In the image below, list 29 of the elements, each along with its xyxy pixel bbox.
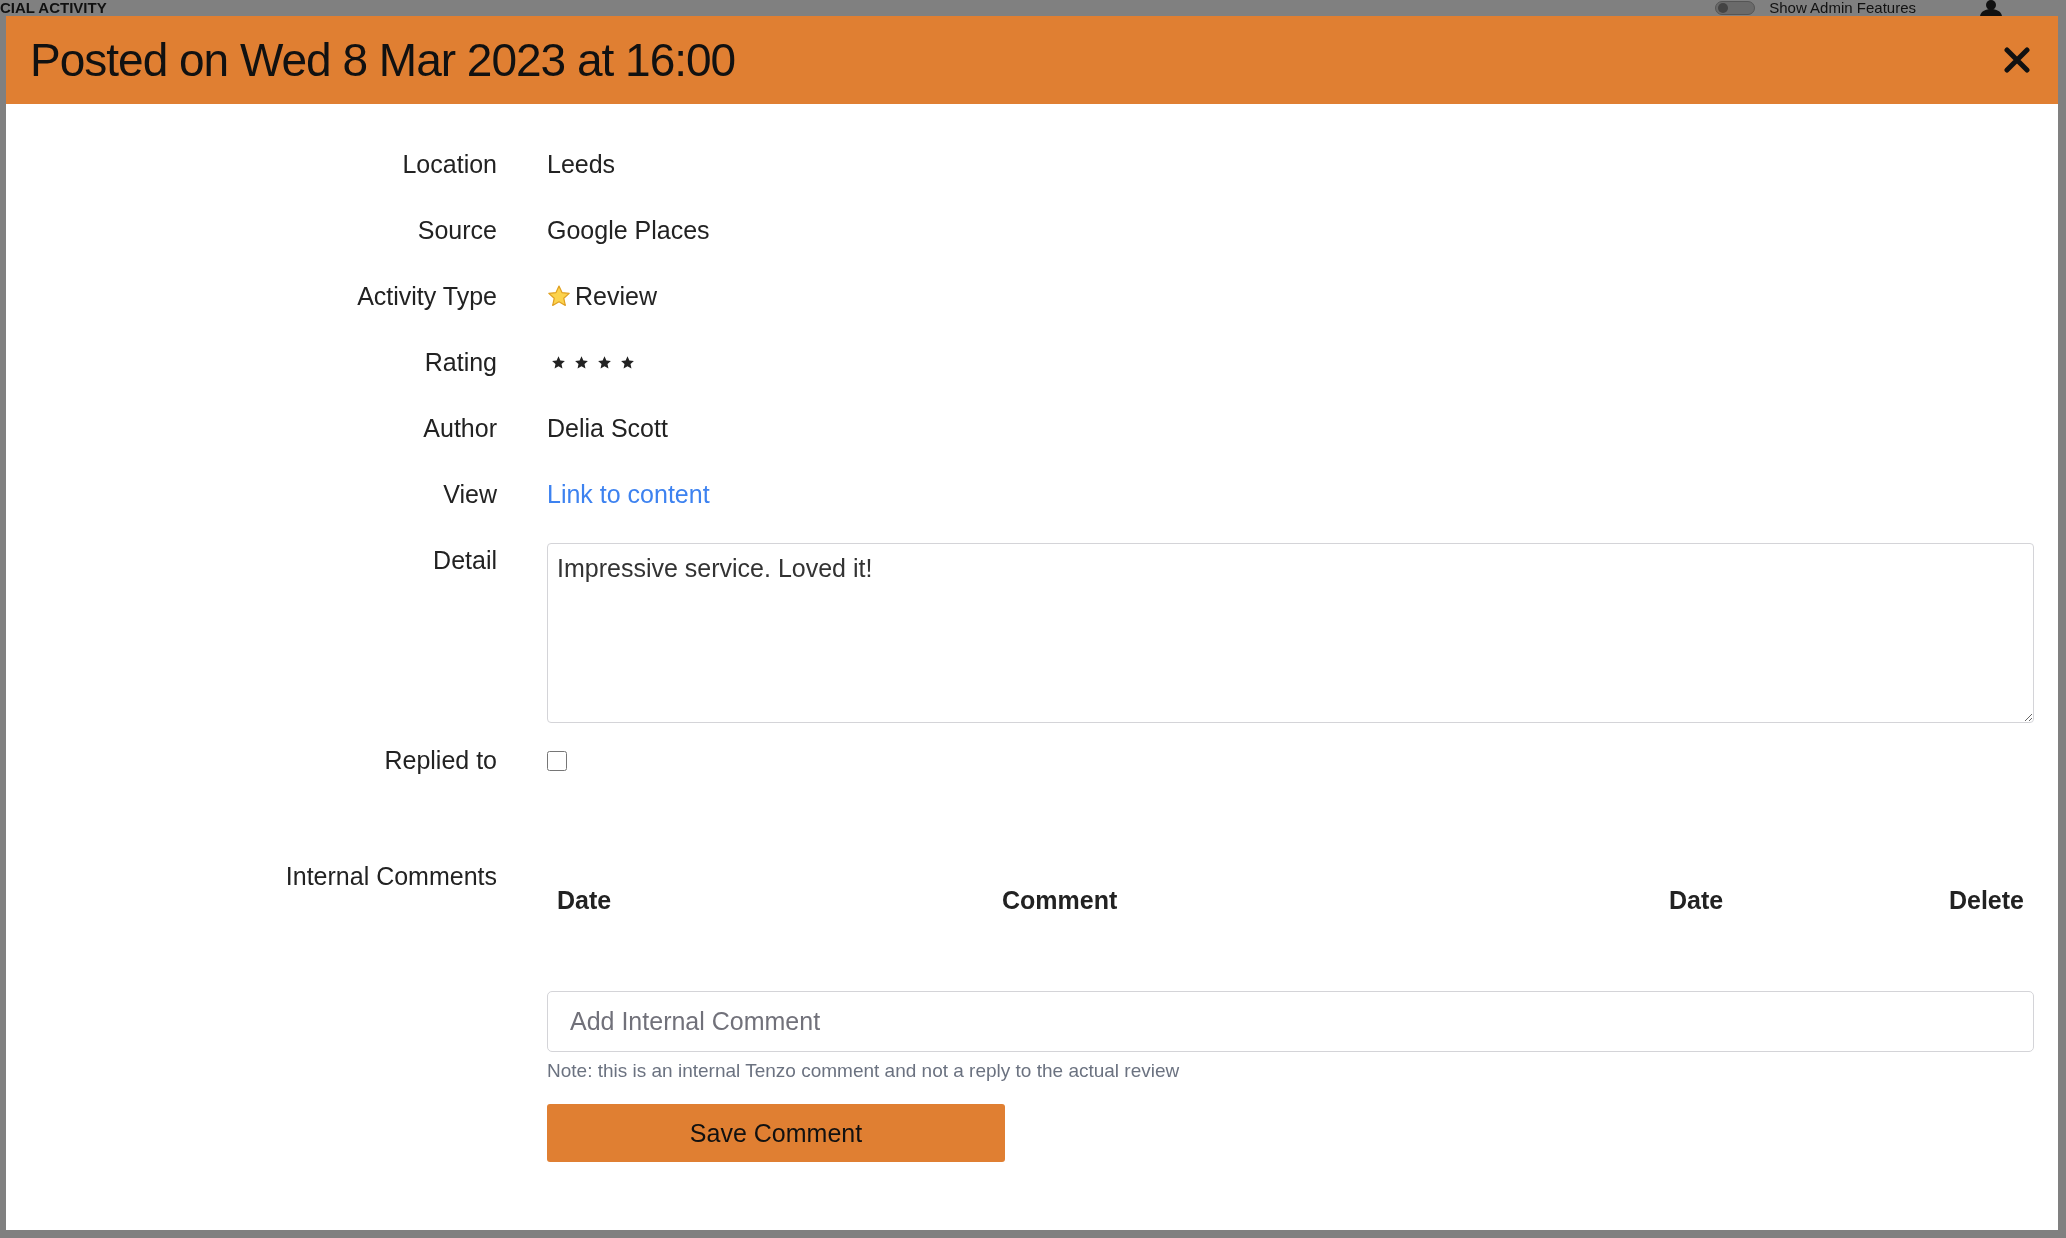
detail-textarea[interactable]: Impressive service. Loved it! [547, 543, 2034, 723]
field-label: Activity Type [357, 281, 497, 312]
admin-toggle[interactable] [1715, 1, 1756, 15]
field-label: Source [417, 215, 497, 246]
toggle-label: Show Admin Features [1769, 0, 1916, 16]
field-label: Location [402, 149, 497, 180]
modal-title: Posted on Wed 8 Mar 2023 at 16:00 [30, 33, 736, 87]
field-value: Leeds [547, 149, 616, 180]
field-label: Replied to [384, 745, 497, 776]
replied-checkbox[interactable] [547, 751, 567, 771]
column-header: Date [1668, 886, 1724, 915]
field-value: Review [575, 281, 657, 312]
page-heading: CIAL ACTIVITY [0, 0, 107, 16]
content-link[interactable]: Link to content [547, 477, 710, 511]
save-comment-button[interactable]: Save Comment [547, 1104, 1005, 1162]
field-label: Internal Comments [285, 861, 497, 892]
field-label: View [443, 479, 497, 510]
comment-input[interactable]: Add Internal Comment [547, 991, 2034, 1052]
column-header: Delete [1948, 886, 2024, 915]
field-label: Detail [433, 545, 497, 576]
close-icon [2004, 47, 2030, 73]
field-label: Rating [424, 347, 497, 378]
star-icon [547, 284, 571, 308]
column-header: Date [557, 886, 612, 915]
field-value: Delia Scott [547, 413, 668, 444]
column-header: Comment [1002, 886, 1118, 915]
note-text: Note: this is an internal Tenzo comment and not a reply to the actual review [547, 1060, 1180, 1082]
field-value: Google Places [547, 215, 710, 246]
field-label: Author [423, 413, 497, 444]
